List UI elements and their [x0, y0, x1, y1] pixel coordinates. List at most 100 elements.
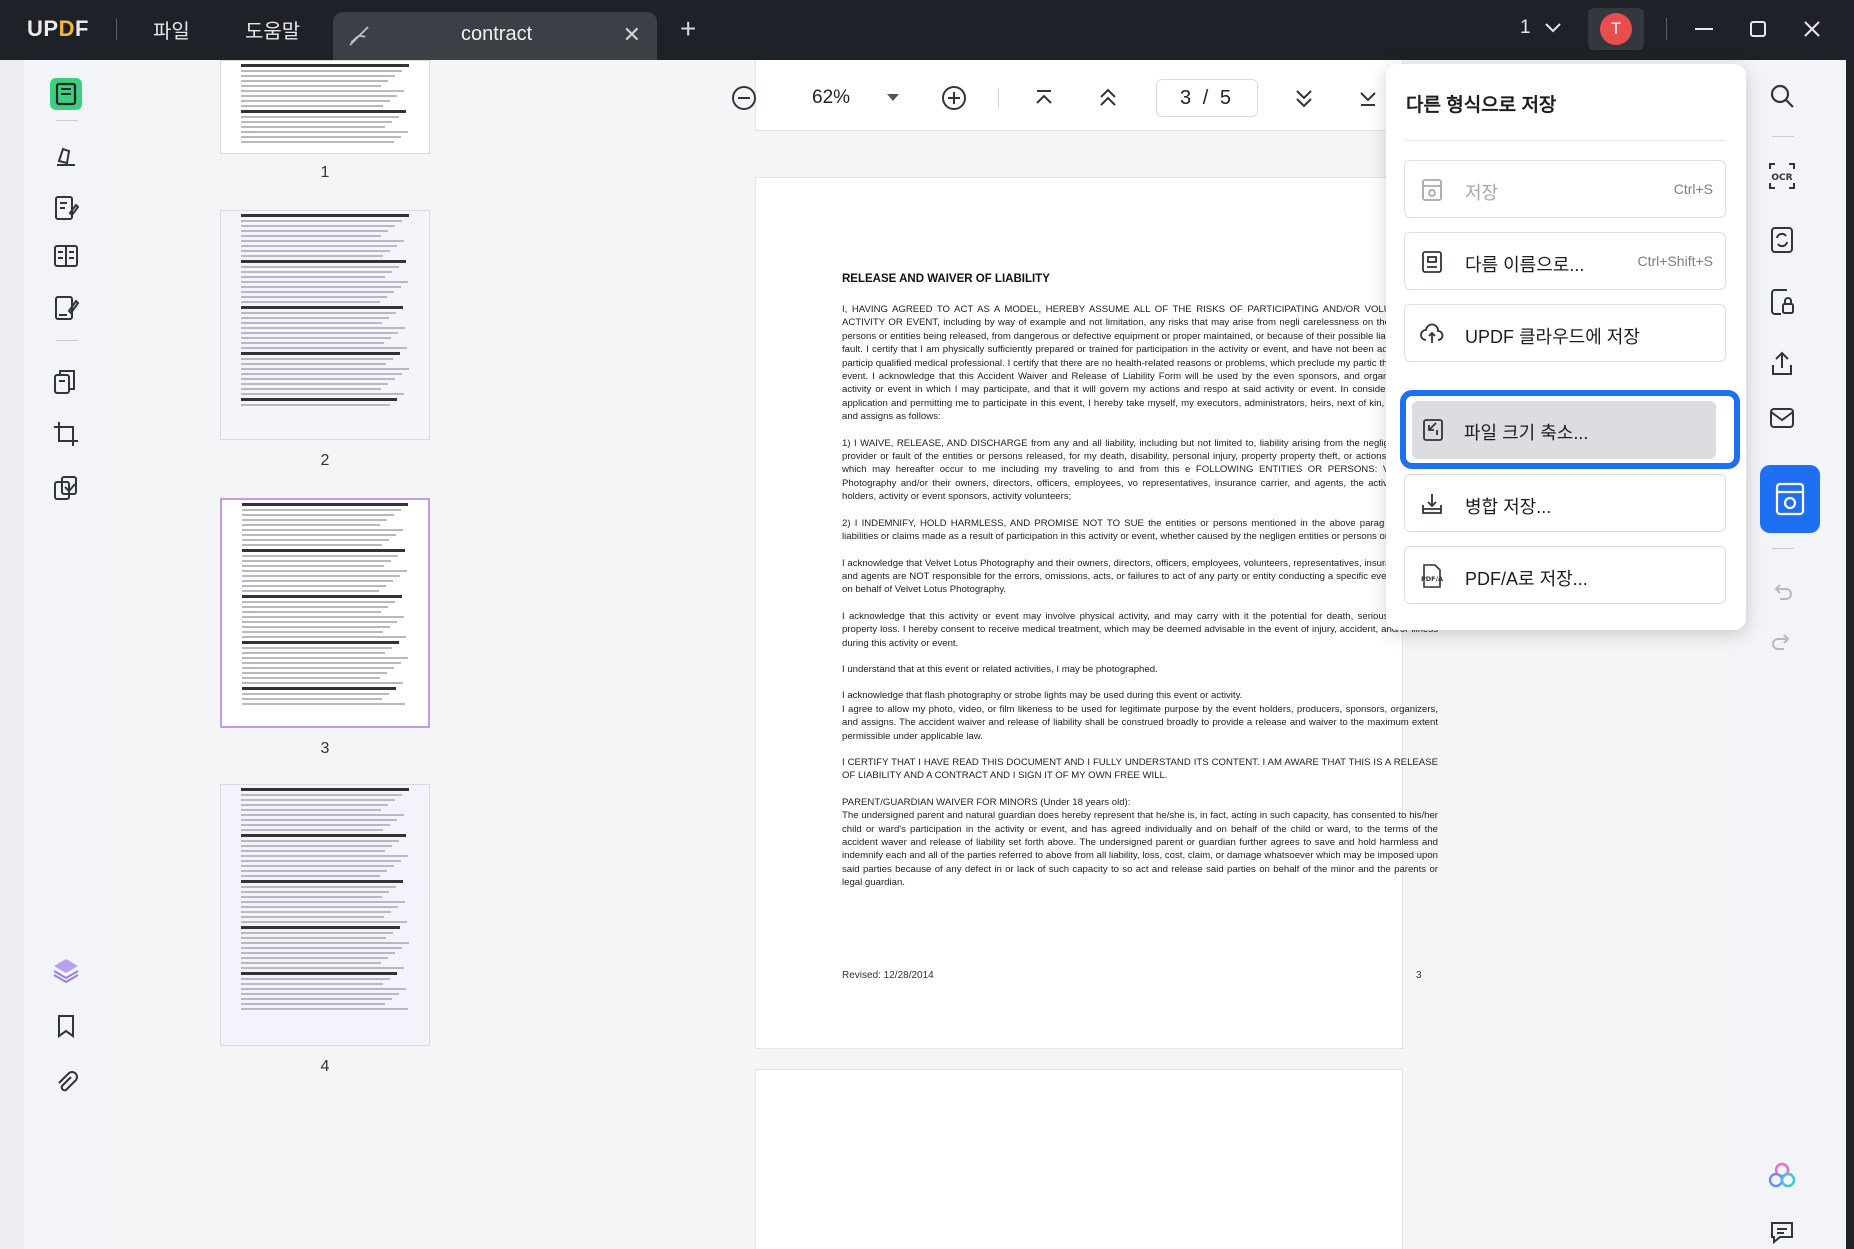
comments-panel-button[interactable] [1760, 1210, 1804, 1249]
share-button[interactable] [1760, 342, 1804, 386]
layers-button[interactable] [44, 948, 88, 992]
page-thumbnail[interactable] [220, 60, 430, 154]
form-icon [54, 245, 78, 267]
page-indicator[interactable]: 3 / 5 [1156, 79, 1258, 117]
thumbnail-text-line [241, 368, 409, 370]
reader-mode-button[interactable] [44, 72, 88, 116]
convert-button[interactable] [1760, 218, 1804, 262]
next-page-icon[interactable] [1290, 84, 1318, 112]
save-pdfa-menu-item[interactable]: PDF/A PDF/A로 저장... [1404, 546, 1726, 604]
thumbnail-text-line [241, 378, 395, 380]
thumbnail-text-line [242, 544, 382, 546]
thumbnail-text-line [241, 85, 381, 87]
thumbnail-text-line [241, 942, 409, 944]
merge-save-menu-item[interactable]: 병합 저장... [1404, 474, 1726, 532]
edit-pdf-button[interactable] [44, 186, 88, 230]
signature-icon [55, 296, 80, 320]
thumbnail-text-line [241, 799, 395, 801]
tools-button[interactable] [44, 466, 88, 510]
menu-divider [1406, 140, 1726, 141]
search-button[interactable] [1760, 74, 1804, 118]
thumbnail-text-line [242, 682, 403, 684]
document-paragraph: I acknowledge that flash photography or … [842, 690, 1438, 742]
last-page-icon[interactable] [1354, 84, 1382, 112]
thumbnail-text-line [241, 870, 387, 872]
thumbnail-text-line [242, 647, 392, 649]
thumbnail-text-line [241, 393, 404, 395]
save-pdfa-label: PDF/A로 저장... [1465, 569, 1588, 589]
save-label: 저장 [1465, 183, 1499, 203]
ai-assistant-button[interactable] [1760, 1154, 1804, 1198]
previous-page-icon[interactable] [1094, 84, 1122, 112]
bookmark-button[interactable] [44, 1004, 88, 1048]
thumbnail-text-line [242, 503, 408, 506]
thumbnail-text-line [241, 105, 383, 107]
thumbnail-text-line [241, 865, 394, 867]
save-to-cloud-menu-item[interactable]: UPDF 클라우드에 저장 [1404, 304, 1726, 362]
thumbnail-text-line [241, 131, 408, 133]
thumbnail-text-line [241, 926, 400, 929]
window-edge [1846, 60, 1854, 1249]
crop-button[interactable] [44, 412, 88, 456]
organize-pages-button[interactable] [44, 360, 88, 404]
page-thumbnail[interactable] [220, 210, 430, 440]
zoom-in-icon[interactable] [940, 84, 968, 112]
account-button[interactable]: T [1588, 8, 1644, 50]
new-tab-icon[interactable]: + [680, 15, 696, 43]
page-4-top [756, 1070, 1402, 1249]
thumbnail-text-line [241, 126, 385, 128]
thumbnail-text-line [242, 657, 408, 659]
page-thumbnail[interactable] [220, 784, 430, 1046]
save-as-menu-item[interactable]: 다름 이름으로... Ctrl+Shift+S [1404, 232, 1726, 290]
document-tab[interactable]: contract ✕ [333, 12, 657, 60]
thumbnail-text-line [241, 829, 383, 831]
pdfa-icon: PDF/A [1421, 564, 1443, 588]
minimize-icon[interactable] [1689, 14, 1719, 44]
thumbnail-text-line [241, 70, 402, 72]
menu-file[interactable]: 파일 [153, 15, 190, 44]
attachment-button[interactable] [44, 1060, 88, 1104]
sign-button[interactable] [44, 286, 88, 330]
document-paragraph: I acknowledge that this activity or even… [842, 610, 1438, 649]
thumbnail-text-line [241, 141, 394, 143]
thumbnail-text-line [241, 121, 392, 123]
email-button[interactable] [1760, 396, 1804, 440]
thumbnail-text-line [241, 1008, 408, 1010]
thumbnail-text-line [242, 565, 384, 567]
thumbnail-text-line [242, 611, 381, 613]
thumbnail-text-line [241, 230, 388, 232]
title-separator [1666, 18, 1667, 40]
undo-button[interactable] [1760, 570, 1804, 614]
thumbnail-text-line [241, 75, 395, 77]
thumbnail-text-line [241, 291, 394, 293]
thumbnail-text-line [241, 824, 390, 826]
close-window-icon[interactable] [1797, 14, 1827, 44]
zoom-level[interactable]: 62% [812, 87, 850, 109]
save-as-icon [1422, 251, 1442, 273]
thumbnail-text-line [241, 80, 388, 82]
thumbnail-text-line [241, 845, 392, 847]
save-menu-item[interactable]: 저장 Ctrl+S [1404, 160, 1726, 218]
ocr-button[interactable]: OCR [1760, 154, 1804, 198]
zoom-out-icon[interactable] [730, 84, 758, 112]
thumbnail-text-line [241, 240, 404, 242]
tab-close-icon[interactable]: ✕ [623, 23, 641, 47]
save-icon [1422, 179, 1442, 201]
thumbnail-text-line [241, 342, 384, 344]
svg-text:PDF/A: PDF/A [1421, 575, 1443, 583]
thumbnail-text-line [241, 358, 393, 360]
redo-button[interactable] [1760, 620, 1804, 664]
avatar: T [1600, 13, 1632, 45]
maximize-icon[interactable] [1743, 14, 1773, 44]
form-button[interactable] [44, 234, 88, 278]
save-as-other-button[interactable] [1760, 465, 1820, 533]
menu-help[interactable]: 도움말 [245, 15, 300, 44]
comment-button[interactable] [44, 134, 88, 178]
protect-button[interactable] [1760, 280, 1804, 324]
zoom-dropdown-icon[interactable] [884, 87, 902, 107]
thumbnail-text-line [241, 957, 388, 959]
first-page-icon[interactable] [1030, 84, 1058, 112]
page-thumbnail[interactable] [220, 498, 430, 728]
window-count[interactable]: 1 [1520, 17, 1562, 39]
thumbnail-text-line [241, 978, 390, 980]
